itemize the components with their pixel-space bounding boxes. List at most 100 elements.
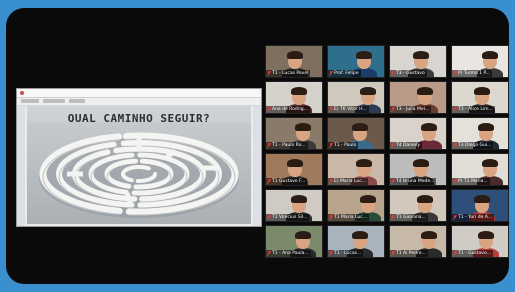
muted-mic-icon <box>453 251 457 256</box>
participant-tile[interactable]: P) Turma 1 P... <box>451 45 509 78</box>
participant-hair <box>356 51 372 59</box>
participant-tile[interactable]: T1 Ai Pedro... <box>389 225 447 258</box>
participant-tile[interactable]: T1 Vinicius Sil... <box>265 189 323 222</box>
participant-tile[interactable]: Prof. Felipe <box>327 45 385 78</box>
participant-tile[interactable]: T4 Bruna Mede... <box>389 153 447 186</box>
muted-mic-icon <box>267 251 271 256</box>
participant-hair <box>360 195 376 203</box>
participant-name: P) T1 Maria... <box>452 178 490 185</box>
participant-tile[interactable]: T1 Gustavo F... <box>265 153 323 186</box>
maze-illustration <box>27 122 251 224</box>
participant-tile[interactable]: T1 - Paulo Ro... <box>265 117 323 150</box>
participant-hair <box>482 159 498 167</box>
presentation-slide: QUAL CAMINHO SEGUIR? <box>27 106 251 224</box>
muted-mic-icon <box>391 107 395 112</box>
participant-name: T1 - Lucas... <box>328 250 364 257</box>
participant-tile[interactable]: T1 - Lucas Pavel <box>265 45 323 78</box>
participant-name: T3 Diogo Gui... <box>452 142 494 149</box>
participant-tile[interactable]: T1 - Yuri de A... <box>451 189 509 222</box>
participant-hair <box>352 123 368 131</box>
participant-hair <box>291 195 307 203</box>
participant-name: E) Maria Luc... <box>328 178 369 185</box>
video-call-window: QUAL CAMINHO SEGUIR? T1 - Lucas Pavel Pr… <box>6 8 509 284</box>
participant-hair <box>291 87 307 95</box>
participant-hair <box>352 231 368 239</box>
participant-tile[interactable]: P) T1 Maria... <box>451 153 509 186</box>
muted-mic-icon <box>391 179 395 184</box>
participant-name: T3 - Julia Mel... <box>390 106 432 113</box>
muted-mic-icon <box>329 143 333 148</box>
participant-hair <box>421 231 437 239</box>
participant-hair <box>360 87 376 95</box>
participant-hair <box>474 195 490 203</box>
muted-mic-icon <box>329 215 333 220</box>
participant-hair <box>295 231 311 239</box>
participant-name: T1 - Lucas Pavel <box>266 70 311 77</box>
participant-name: T1 Maria Luc... <box>328 214 370 221</box>
participant-tile[interactable]: T3 - Gustavo <box>389 45 447 78</box>
participant-name: T1 Giovana... <box>390 214 428 221</box>
participant-name: T4 Bruna Mede... <box>390 178 437 185</box>
participant-name: T1 Gustavo F... <box>266 178 308 185</box>
muted-mic-icon <box>267 107 271 112</box>
participant-tile[interactable]: T1 Giovana... <box>389 189 447 222</box>
participant-hair <box>474 87 490 95</box>
participant-name: T3 - Alice Lim... <box>452 106 495 113</box>
participant-tile[interactable]: T1 - Paulo <box>327 117 385 150</box>
participant-tile[interactable]: T4 Daniely <box>389 117 447 150</box>
participant-hair <box>478 123 494 131</box>
muted-mic-icon <box>391 215 395 220</box>
muted-mic-icon <box>329 107 333 112</box>
slide-panel-right <box>253 106 261 226</box>
participant-tile[interactable]: T1 - Ana Paula... <box>265 225 323 258</box>
participant-tile[interactable]: T1 - Lucas... <box>327 225 385 258</box>
muted-mic-icon <box>453 71 457 76</box>
participant-tile[interactable]: E) T6 Vitor H... <box>327 81 385 114</box>
participant-tile[interactable]: T3 - Julia Mel... <box>389 81 447 114</box>
toolbar-item[interactable] <box>21 99 39 103</box>
participant-hair <box>356 159 372 167</box>
participant-hair <box>417 87 433 95</box>
muted-mic-icon <box>267 143 271 148</box>
muted-mic-icon <box>391 71 395 76</box>
muted-mic-icon <box>329 71 333 76</box>
participant-tile[interactable]: T1 Maria Luc... <box>327 189 385 222</box>
participant-tile[interactable]: T3 Diogo Gui... <box>451 117 509 150</box>
participant-hair <box>482 51 498 59</box>
participant-tile[interactable]: Ana de Rodrig... <box>265 81 323 114</box>
participant-hair <box>413 159 429 167</box>
participant-name: T1 - Gustavo... <box>452 250 493 257</box>
participant-hair <box>421 123 437 131</box>
participant-hair <box>417 195 433 203</box>
muted-mic-icon <box>453 215 457 220</box>
participant-name: T1 - Paulo Ro... <box>266 142 308 149</box>
muted-mic-icon <box>391 143 395 148</box>
participant-name: E) T6 Vitor H... <box>328 106 369 113</box>
participant-name: T3 - Gustavo <box>390 70 427 77</box>
participant-name: Ana de Rodrig... <box>266 106 310 113</box>
participant-name: T1 Ai Pedro... <box>390 250 428 257</box>
participant-tile[interactable]: E) Maria Luc... <box>327 153 385 186</box>
toolbar-item[interactable] <box>69 99 85 103</box>
participant-hair <box>287 159 303 167</box>
participant-name: T1 - Ana Paula... <box>266 250 311 257</box>
participant-hair <box>287 51 303 59</box>
muted-mic-icon <box>453 143 457 148</box>
muted-mic-icon <box>329 179 333 184</box>
muted-mic-icon <box>267 215 271 220</box>
muted-mic-icon <box>329 251 333 256</box>
participant-tile[interactable]: T1 - Gustavo... <box>451 225 509 258</box>
participant-name: T1 Vinicius Sil... <box>266 214 310 221</box>
toolbar-item[interactable] <box>43 99 65 103</box>
muted-mic-icon <box>453 107 457 112</box>
participant-hair <box>295 123 311 131</box>
participant-name: P) Turma 1 P... <box>452 70 492 77</box>
close-dot-icon[interactable] <box>20 91 24 95</box>
participant-tile[interactable]: T3 - Alice Lim... <box>451 81 509 114</box>
participant-name: T1 - Yuri de A... <box>452 214 495 221</box>
participant-hair <box>478 231 494 239</box>
participant-hair <box>413 51 429 59</box>
muted-mic-icon <box>267 71 271 76</box>
shared-screen: QUAL CAMINHO SEGUIR? <box>16 88 262 227</box>
slide-panel-left <box>17 106 25 226</box>
